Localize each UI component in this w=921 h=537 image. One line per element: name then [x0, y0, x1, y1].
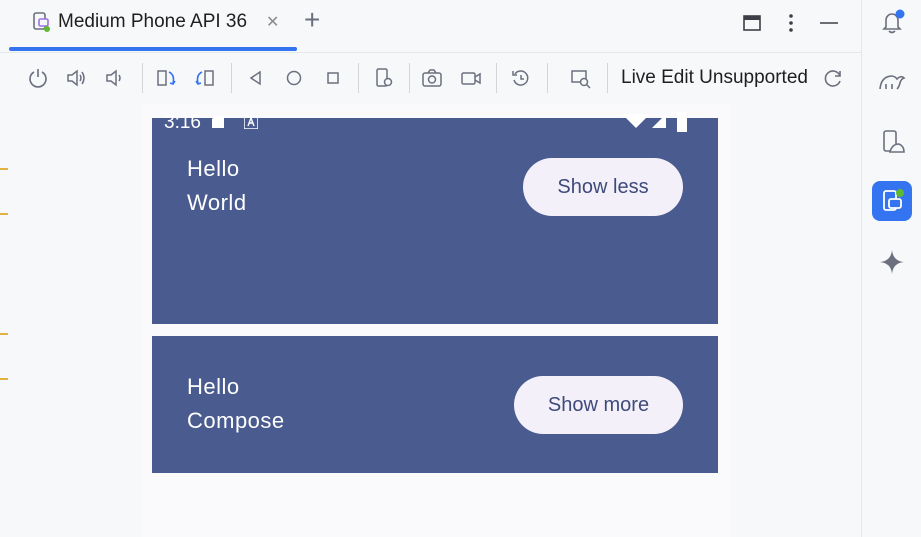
home-icon[interactable] [283, 67, 305, 89]
back-icon[interactable] [245, 67, 267, 89]
show-more-button[interactable]: Show more [514, 376, 683, 434]
close-icon[interactable]: ✕ [266, 12, 279, 32]
gutter-marker [0, 333, 8, 335]
power-icon[interactable] [27, 67, 49, 89]
card-line-1: Hello [187, 156, 240, 181]
gradle-icon[interactable] [872, 61, 912, 101]
tab-bar: Medium Phone API 36 ✕ + [0, 0, 861, 53]
toolbar-separator [142, 63, 143, 93]
accessibility-icon [244, 115, 258, 129]
toolbar-separator [547, 63, 548, 93]
tab-label: Medium Phone API 36 [58, 11, 248, 32]
notifications-icon[interactable] [872, 2, 912, 42]
window-layout-icon[interactable] [741, 12, 763, 34]
volume-up-icon[interactable] [65, 67, 87, 89]
gutter-marker [0, 213, 8, 215]
overview-icon[interactable] [322, 67, 344, 89]
running-devices-icon[interactable] [872, 181, 912, 221]
live-edit-status: Live Edit Unsupported [621, 67, 808, 88]
emulator-toolbar: Live Edit Unsupported [9, 53, 861, 105]
right-tool-sidebar [861, 0, 921, 537]
toolbar-separator [358, 63, 359, 93]
toolbar-separator [409, 63, 410, 93]
rotate-left-icon[interactable] [155, 67, 177, 89]
show-less-button[interactable]: Show less [523, 158, 683, 216]
device-icon [33, 12, 50, 32]
refresh-icon[interactable] [822, 67, 844, 89]
card-line-2: World [187, 190, 247, 215]
snapshot-restore-icon[interactable] [510, 67, 532, 89]
battery-icon [677, 112, 687, 132]
sd-card-icon [212, 116, 224, 128]
gutter-marker [0, 168, 8, 170]
add-tab-icon[interactable]: + [304, 5, 320, 35]
minimize-icon[interactable] [818, 12, 840, 34]
wifi-icon [622, 114, 650, 128]
device-manager-icon[interactable] [872, 122, 912, 162]
rotate-right-icon[interactable] [194, 67, 216, 89]
device-settings-icon[interactable] [373, 67, 395, 89]
status-time: 3:16 [164, 112, 201, 133]
card-line-1: Hello [187, 374, 240, 399]
active-tab-indicator [9, 47, 297, 51]
gemini-icon[interactable] [872, 242, 912, 282]
card-line-2: Compose [187, 408, 285, 433]
camera-icon[interactable] [421, 67, 443, 89]
greeting-card: Hello Compose Show more [152, 336, 718, 473]
more-options-icon[interactable] [780, 12, 802, 34]
gutter-marker [0, 378, 8, 380]
card-text: Hello World [187, 152, 247, 220]
toolbar-separator [607, 63, 608, 93]
toolbar-separator [231, 63, 232, 93]
toolbar-separator [496, 63, 497, 93]
layout-inspector-icon[interactable] [570, 67, 592, 89]
screen-record-icon[interactable] [460, 67, 482, 89]
volume-down-icon[interactable] [104, 67, 126, 89]
signal-icon [652, 114, 666, 128]
card-text: Hello Compose [187, 370, 285, 438]
greeting-card: 3:16 Hello World Show less [152, 112, 718, 324]
